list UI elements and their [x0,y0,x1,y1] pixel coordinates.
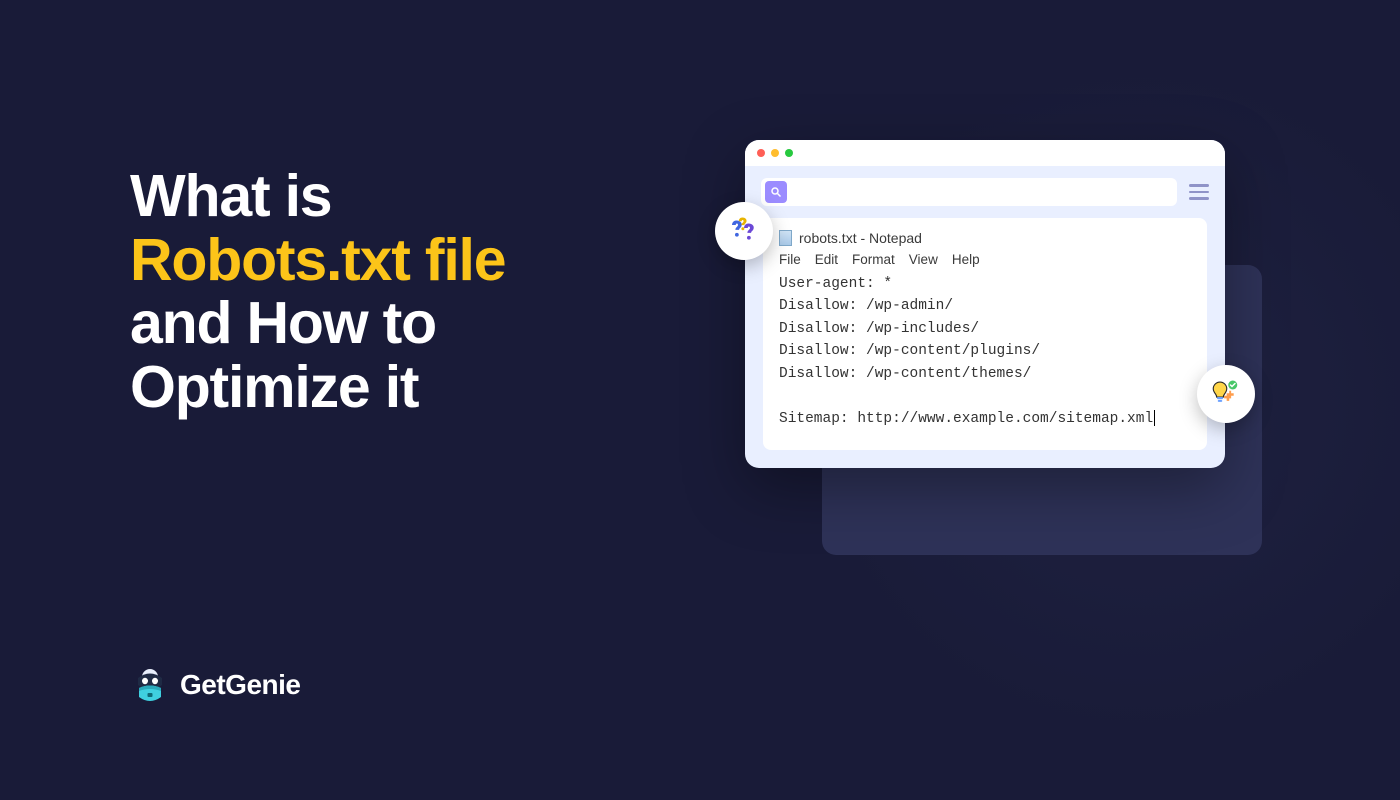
notepad-panel: robots.txt - Notepad File Edit Format Vi… [763,218,1207,450]
window-titlebar [745,140,1225,166]
notepad-title-text: robots.txt - Notepad [799,230,922,246]
file-line-4: Disallow: /wp-content/plugins/ [779,343,1040,359]
file-line-3: Disallow: /wp-includes/ [779,321,979,337]
menu-format[interactable]: Format [852,252,895,267]
brand-name: GetGenie [180,669,300,701]
brand: GetGenie [130,665,300,705]
document-icon [779,230,792,246]
brand-logo-icon [130,665,170,705]
menu-edit[interactable]: Edit [815,252,838,267]
search-field[interactable] [761,178,1177,206]
notepad-menu: File Edit Format View Help [779,252,1191,267]
file-line-2: Disallow: /wp-admin/ [779,298,953,314]
file-line-1: User-agent: * [779,276,892,292]
headline-line-1: What is [130,163,331,229]
hamburger-menu-icon[interactable] [1189,184,1209,200]
menu-file[interactable]: File [779,252,801,267]
file-line-5: Disallow: /wp-content/themes/ [779,366,1031,382]
file-line-7: Sitemap: http://www.example.com/sitemap.… [779,411,1153,427]
browser-toolbar [745,166,1225,218]
window-minimize-dot [771,149,779,157]
menu-view[interactable]: View [909,252,938,267]
headline-line-2: Robots.txt file [130,227,505,293]
idea-badge-icon [1197,365,1255,423]
browser-window: robots.txt - Notepad File Edit Format Vi… [745,140,1225,468]
headline: What is Robots.txt file and How to Optim… [130,165,610,420]
headline-line-4: Optimize it [130,354,418,420]
window-maximize-dot [785,149,793,157]
notepad-title: robots.txt - Notepad [779,230,1191,246]
window-close-dot [757,149,765,157]
search-icon [765,181,787,203]
headline-line-3: and How to [130,290,436,356]
menu-help[interactable]: Help [952,252,980,267]
search-input[interactable] [787,185,1173,199]
notepad-body[interactable]: User-agent: * Disallow: /wp-admin/ Disal… [779,273,1191,430]
text-cursor [1154,410,1155,426]
question-badge-icon [715,202,773,260]
